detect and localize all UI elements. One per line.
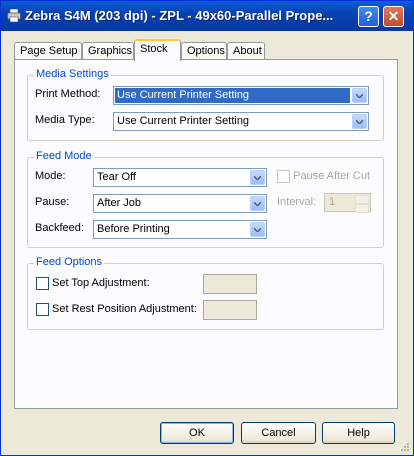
set-top-adjustment-label: Set Top Adjustment: — [52, 277, 150, 289]
set-rest-position-field[interactable] — [203, 300, 257, 320]
set-rest-position-label: Set Rest Position Adjustment: — [52, 303, 197, 315]
window-title: Zebra S4M (203 dpi) - ZPL - 49x60-Parall… — [25, 8, 334, 23]
feed-options-group: Feed Options Set Top Adjustment: Set Res… — [27, 256, 384, 330]
stock-tab-panel: Media Settings Print Method: Use Current… — [14, 59, 398, 409]
mode-select[interactable]: Tear Off — [93, 168, 267, 187]
feed-options-legend: Feed Options — [34, 256, 105, 268]
close-button[interactable]: ✕ — [383, 6, 404, 27]
media-type-value: Use Current Printer Setting — [117, 115, 250, 127]
printer-icon — [7, 9, 21, 22]
resize-grip-icon[interactable] — [399, 441, 410, 452]
help-title-button[interactable]: ? — [358, 6, 379, 27]
tab-about[interactable]: About — [227, 42, 265, 60]
ok-button[interactable]: OK — [160, 422, 234, 444]
title-bar[interactable]: Zebra S4M (203 dpi) - ZPL - 49x60-Parall… — [1, 1, 413, 31]
tab-graphics[interactable]: Graphics — [82, 42, 134, 60]
chevron-down-icon[interactable] — [250, 170, 265, 185]
tab-stock[interactable]: Stock — [134, 39, 181, 61]
chevron-down-icon[interactable] — [352, 88, 367, 103]
backfeed-select[interactable]: Before Printing — [93, 220, 267, 239]
interval-value: 1 — [329, 196, 336, 208]
tab-page-setup[interactable]: Page Setup — [14, 42, 82, 60]
media-settings-group: Media Settings Print Method: Use Current… — [27, 68, 384, 141]
mode-value: Tear Off — [97, 171, 136, 183]
print-method-label: Print Method: — [35, 88, 101, 100]
feed-mode-legend: Feed Mode — [34, 150, 94, 162]
media-type-label: Media Type: — [35, 114, 95, 126]
cancel-button[interactable]: Cancel — [241, 422, 316, 444]
pause-after-cut-checkbox[interactable] — [277, 170, 290, 183]
pause-label: Pause: — [35, 196, 70, 208]
interval-label: Interval: — [277, 196, 317, 208]
pause-after-cut-label: Pause After Cut — [293, 170, 371, 182]
spinner-arrows-icon[interactable] — [355, 195, 369, 213]
chevron-down-icon[interactable] — [352, 114, 367, 129]
feed-mode-group: Feed Mode Mode: Tear Off Pause After Cut… — [27, 150, 384, 248]
set-top-adjustment-checkbox[interactable] — [36, 277, 49, 290]
print-method-select[interactable]: Use Current Printer Setting — [113, 86, 369, 105]
media-settings-legend: Media Settings — [34, 68, 111, 80]
set-rest-position-checkbox[interactable] — [36, 303, 49, 316]
chevron-down-icon[interactable] — [250, 196, 265, 211]
chevron-down-icon[interactable] — [250, 222, 265, 237]
set-top-adjustment-field[interactable] — [203, 274, 257, 294]
tab-options[interactable]: Options — [181, 42, 227, 60]
interval-spinner[interactable]: 1 — [324, 193, 371, 213]
pause-select[interactable]: After Job — [93, 194, 267, 213]
properties-dialog: Zebra S4M (203 dpi) - ZPL - 49x60-Parall… — [0, 0, 414, 456]
mode-label: Mode: — [35, 170, 66, 182]
pause-value: After Job — [97, 197, 142, 209]
backfeed-value: Before Printing — [97, 223, 170, 235]
help-button[interactable]: Help — [322, 422, 395, 444]
print-method-value: Use Current Printer Setting — [115, 88, 350, 103]
backfeed-label: Backfeed: — [35, 222, 84, 234]
media-type-select[interactable]: Use Current Printer Setting — [113, 112, 369, 131]
